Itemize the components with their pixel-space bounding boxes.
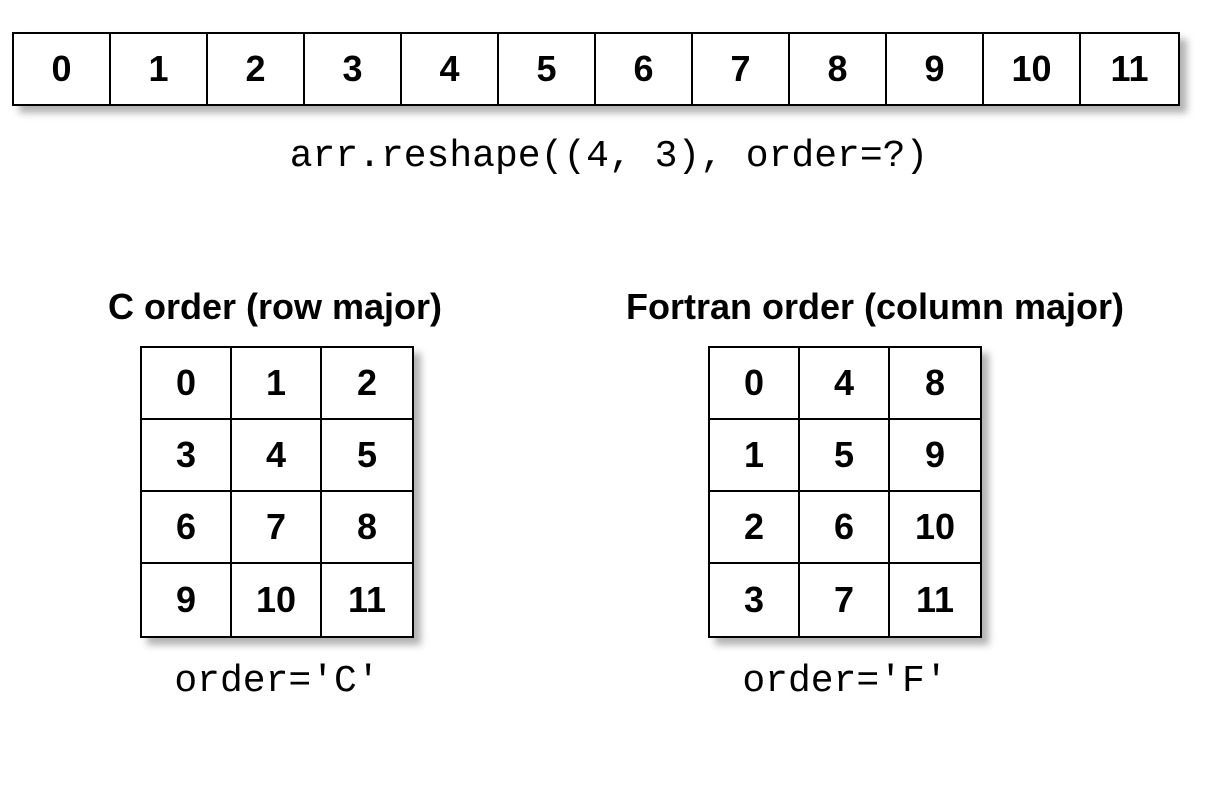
grid-cell: 4	[800, 348, 890, 420]
grid-cell: 11	[890, 564, 980, 636]
linear-cell: 7	[693, 34, 790, 104]
linear-cell: 1	[111, 34, 208, 104]
linear-cell: 4	[402, 34, 499, 104]
c-order-title: C order (row major)	[108, 286, 442, 328]
linear-cell: 5	[499, 34, 596, 104]
grid-cell: 0	[710, 348, 800, 420]
linear-cell: 11	[1081, 34, 1178, 104]
linear-cell: 8	[790, 34, 887, 104]
grid-cell: 9	[142, 564, 232, 636]
f-order-caption: order='F'	[708, 660, 982, 703]
grid-cell: 0	[142, 348, 232, 420]
grid-cell: 10	[232, 564, 322, 636]
c-order-caption: order='C'	[140, 660, 414, 703]
grid-cell: 7	[232, 492, 322, 564]
grid-cell: 4	[232, 420, 322, 492]
reshape-call-caption: arr.reshape((4, 3), order=?)	[0, 135, 1218, 178]
linear-array: 0 1 2 3 4 5 6 7 8 9 10 11	[12, 32, 1180, 106]
grid-cell: 8	[322, 492, 412, 564]
grid-cell: 7	[800, 564, 890, 636]
diagram-canvas: 0 1 2 3 4 5 6 7 8 9 10 11 arr.reshape((4…	[0, 0, 1218, 809]
grid-cell: 6	[142, 492, 232, 564]
grid-cell: 3	[142, 420, 232, 492]
linear-cell: 9	[887, 34, 984, 104]
linear-cell: 10	[984, 34, 1081, 104]
linear-cell: 0	[14, 34, 111, 104]
grid-cell: 3	[710, 564, 800, 636]
grid-cell: 5	[800, 420, 890, 492]
grid-cell: 1	[232, 348, 322, 420]
linear-cell: 6	[596, 34, 693, 104]
grid-cell: 2	[710, 492, 800, 564]
f-order-grid: 0 4 8 1 5 9 2 6 10 3 7 11	[708, 346, 982, 638]
grid-cell: 6	[800, 492, 890, 564]
f-order-title: Fortran order (column major)	[626, 286, 1124, 328]
grid-cell: 8	[890, 348, 980, 420]
grid-cell: 10	[890, 492, 980, 564]
linear-cell: 3	[305, 34, 402, 104]
linear-cell: 2	[208, 34, 305, 104]
grid-cell: 1	[710, 420, 800, 492]
grid-cell: 9	[890, 420, 980, 492]
grid-cell: 5	[322, 420, 412, 492]
grid-cell: 2	[322, 348, 412, 420]
c-order-grid: 0 1 2 3 4 5 6 7 8 9 10 11	[140, 346, 414, 638]
grid-cell: 11	[322, 564, 412, 636]
